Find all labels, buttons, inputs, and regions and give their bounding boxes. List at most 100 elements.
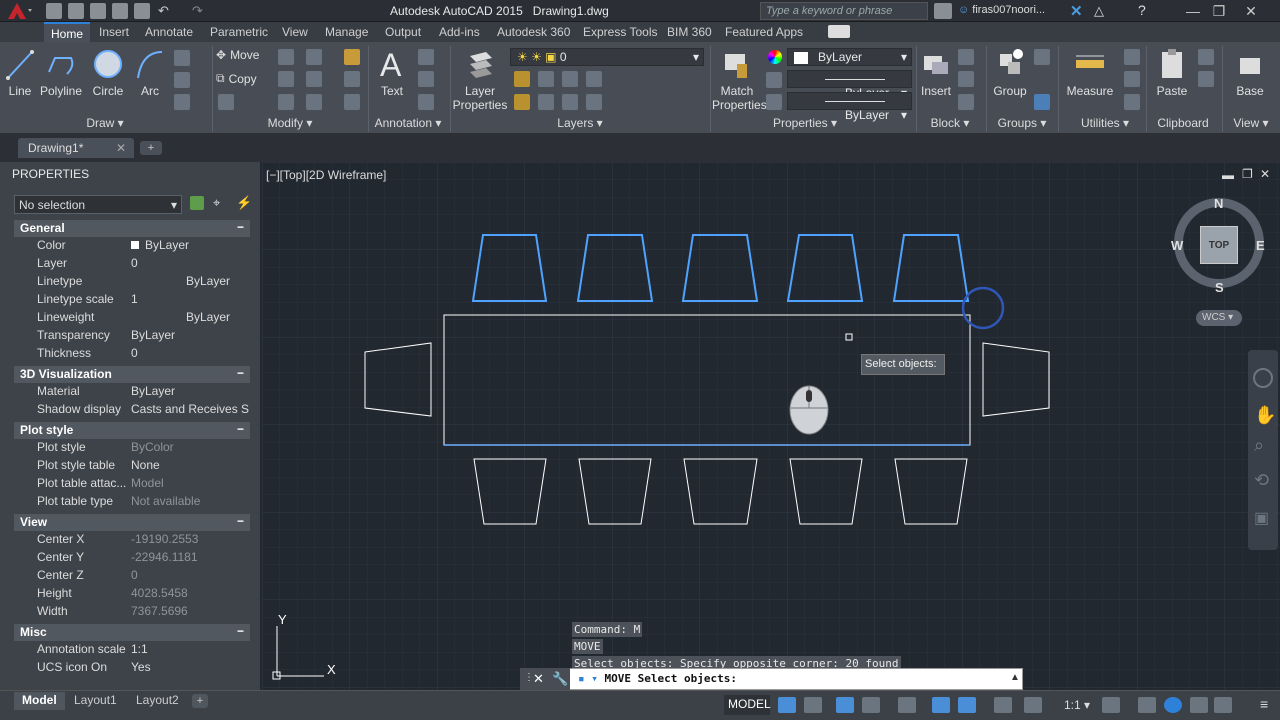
grid-display-icon[interactable] [778, 697, 796, 713]
property-row[interactable]: Color ByLayer [14, 238, 250, 256]
tab-featured-apps[interactable]: Featured Apps [718, 22, 810, 42]
property-value[interactable]: 0 [131, 346, 250, 364]
rectangle-icon[interactable] [174, 50, 190, 66]
tab-express-tools[interactable]: Express Tools [576, 22, 664, 42]
application-menu-button[interactable] [0, 0, 38, 22]
object-snap-icon[interactable] [958, 697, 976, 713]
save-icon[interactable] [90, 3, 106, 19]
toggle-pickadd-icon[interactable] [190, 196, 204, 210]
showmotion-icon[interactable]: ▣ [1254, 508, 1269, 528]
search-input[interactable]: Type a keyword or phrase [760, 2, 928, 20]
property-row[interactable]: Height 4028.5458 [14, 586, 250, 604]
leader-icon[interactable] [418, 71, 434, 87]
group-selection-icon[interactable] [1034, 94, 1050, 110]
help-icon[interactable]: ? [1138, 2, 1146, 18]
print-icon[interactable] [134, 3, 150, 19]
property-row[interactable]: Plot style table None [14, 458, 250, 476]
tab-autodesk-360[interactable]: Autodesk 360 [490, 22, 577, 42]
array-icon[interactable] [306, 94, 322, 110]
modify-panel-title[interactable]: Modify ▾ [255, 116, 325, 132]
viewport-minimize-icon[interactable]: ▬ [1222, 168, 1234, 182]
model-space-button[interactable]: MODEL [724, 695, 771, 715]
offset-icon[interactable] [344, 94, 360, 110]
section-header[interactable]: Plot style − [14, 422, 250, 439]
compass-west[interactable]: W [1171, 238, 1183, 253]
tab-home[interactable]: Home [44, 22, 91, 42]
quick-calc-icon[interactable] [1124, 49, 1140, 65]
edit-attributes-icon[interactable] [958, 94, 974, 110]
dimension-icon[interactable] [418, 49, 434, 65]
customize-wrench-icon[interactable]: 🔧 [552, 671, 568, 687]
circle-button[interactable]: Circle [88, 46, 128, 98]
minimize-icon[interactable]: — [1180, 0, 1206, 22]
polar-tracking-icon[interactable] [862, 697, 880, 713]
property-row[interactable]: Material ByLayer [14, 384, 250, 402]
draw-panel-title[interactable]: Draw ▾ [70, 116, 140, 132]
create-block-icon[interactable] [958, 49, 974, 65]
new-tab-icon[interactable]: + [140, 141, 162, 155]
collapse-icon[interactable]: − [237, 220, 244, 234]
viewport-restore-icon[interactable]: ❐ [1242, 167, 1253, 181]
drawing-canvas[interactable] [262, 162, 1280, 690]
property-row[interactable]: Linetype ByLayer [14, 274, 250, 292]
linetype-dropdown[interactable]: ByLayer▾ [787, 70, 912, 100]
property-value[interactable]: Casts and Receives S... [131, 402, 250, 420]
property-row[interactable]: Transparency ByLayer [14, 328, 250, 346]
annotation-visibility-icon[interactable] [994, 697, 1012, 713]
property-value[interactable]: -19190.2553 [131, 532, 250, 550]
section-header[interactable]: View − [14, 514, 250, 531]
tab-add-ins[interactable]: Add-ins [432, 22, 487, 42]
utilities-panel-title[interactable]: Utilities ▾ [1070, 116, 1140, 132]
annotation-monitor-icon[interactable] [1138, 697, 1156, 713]
ungroup-icon[interactable] [1034, 49, 1050, 65]
command-history-toggle-icon[interactable]: ▲ [1010, 672, 1020, 683]
property-row[interactable]: Shadow display Casts and Receives S... [14, 402, 250, 420]
ribbon-toggle-icon[interactable] [828, 25, 850, 38]
scale-icon[interactable] [278, 94, 294, 110]
layer-dropdown[interactable]: ☀ ☀ ▣ 0 ▾ [510, 48, 704, 66]
property-value[interactable]: ByLayer [131, 274, 250, 292]
clean-screen-icon[interactable] [1214, 697, 1232, 713]
a360-icon[interactable]: △ [1094, 3, 1104, 19]
new-icon[interactable] [46, 3, 62, 19]
layers-panel-title[interactable]: Layers ▾ [540, 116, 620, 132]
fillet-icon[interactable] [306, 71, 322, 87]
property-value-wrapper[interactable]: ByLayer [131, 238, 250, 256]
collapse-icon[interactable]: − [237, 366, 244, 380]
ortho-icon[interactable] [836, 697, 854, 713]
redo-icon[interactable]: ↷ [192, 3, 208, 19]
compass-south[interactable]: S [1215, 280, 1224, 295]
layout-tab-model[interactable]: Model [14, 692, 65, 710]
layout-tab-layout2[interactable]: Layout2 [128, 692, 187, 710]
layer-freeze-icon[interactable] [562, 71, 578, 87]
move-button[interactable]: ✥ Move [216, 48, 259, 62]
trim-icon[interactable] [306, 49, 322, 65]
exchange-icon[interactable]: ✕ [1070, 2, 1083, 20]
property-row[interactable]: Layer 0 [14, 256, 250, 274]
hardware-acceleration-icon[interactable] [1190, 697, 1208, 713]
erase-icon[interactable] [344, 49, 360, 65]
make-current-icon[interactable] [514, 94, 530, 110]
copy-clip-icon[interactable] [1198, 71, 1214, 87]
property-row[interactable]: Linetype scale 1 [14, 292, 250, 310]
annotation-panel-title[interactable]: Annotation ▾ [368, 116, 448, 132]
property-value[interactable]: 0 [131, 256, 250, 274]
line-button[interactable]: Line [2, 46, 38, 98]
table-icon[interactable] [418, 94, 434, 110]
layer-properties-button[interactable]: Layer Properties [452, 46, 508, 112]
user-name[interactable]: ☺ firas007noori... [958, 4, 1045, 16]
snap-mode-icon[interactable] [804, 697, 822, 713]
add-layout-icon[interactable]: + [192, 694, 208, 708]
property-value[interactable]: ByLayer [131, 310, 250, 328]
property-value[interactable]: None [131, 458, 250, 476]
property-value[interactable]: 0 [131, 568, 250, 586]
tab-manage[interactable]: Manage [318, 22, 375, 42]
text-button[interactable]: A Text [374, 46, 410, 98]
section-header[interactable]: General − [14, 220, 250, 237]
tab-parametric[interactable]: Parametric [203, 22, 275, 42]
calculator-icon[interactable] [1124, 94, 1140, 110]
property-row[interactable]: Lineweight ByLayer [14, 310, 250, 328]
viewport-controls[interactable]: [−][Top][2D Wireframe] [266, 168, 386, 182]
tab-output[interactable]: Output [378, 22, 428, 42]
copy-button[interactable]: ⧉ Copy [216, 71, 257, 86]
